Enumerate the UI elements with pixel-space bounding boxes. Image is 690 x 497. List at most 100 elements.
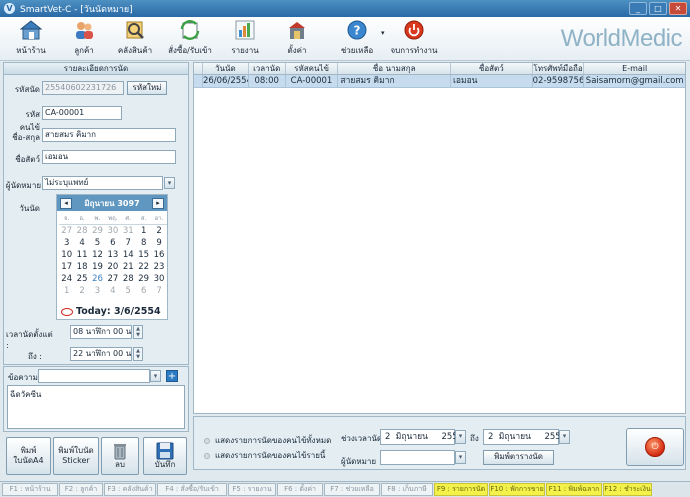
fkey-f1[interactable]: F1 : หน้าร้าน xyxy=(2,483,58,496)
time-to-spinner[interactable]: ▲ ▼ xyxy=(133,347,143,361)
fkey-f2[interactable]: F2 : ลูกค้า xyxy=(59,483,103,496)
calendar-day[interactable]: 23 xyxy=(151,261,166,273)
toolbar-exit-button[interactable]: จบการทำงาน xyxy=(389,19,439,59)
calendar-day[interactable]: 7 xyxy=(121,237,136,249)
calendar-day[interactable]: 21 xyxy=(121,261,136,273)
help-dropdown-icon[interactable]: ▾ xyxy=(381,29,385,37)
fkey-f5[interactable]: F5 : รายงาน xyxy=(228,483,276,496)
from-date-dropdown-icon[interactable]: ▾ xyxy=(455,430,466,444)
appointer-dropdown-icon[interactable]: ▾ xyxy=(164,177,175,189)
fkey-f9[interactable]: F9 : รายการนัด xyxy=(434,483,488,496)
radio-show-this-patient[interactable]: แสดงรายการนัดของคนไข้รายนี้ xyxy=(204,449,325,462)
toolbar-settings-button[interactable]: ตั้งค่า xyxy=(272,19,322,59)
calendar-day[interactable]: 14 xyxy=(121,249,136,261)
fkey-f8[interactable]: F8 : เก็บภาษี xyxy=(381,483,433,496)
calendar-day[interactable]: 2 xyxy=(74,285,89,297)
calendar-day[interactable]: 28 xyxy=(74,225,89,237)
print-a4-button[interactable]: พิมพ์ ใบนัดA4 xyxy=(6,437,51,475)
delete-button[interactable]: ลบ xyxy=(101,437,139,475)
calendar-day[interactable]: 12 xyxy=(90,249,105,261)
to-date-field[interactable]: 2 มิถุนายน 2554 xyxy=(483,429,566,445)
name-field[interactable]: สายสมร คิมาก xyxy=(42,128,176,142)
calendar-day[interactable]: 30 xyxy=(105,225,120,237)
memo-dropdown-icon[interactable]: ▾ xyxy=(150,370,161,382)
toolbar-customer-button[interactable]: ลูกค้า xyxy=(59,19,109,59)
new-id-button[interactable]: รหัสใหม่ xyxy=(127,81,167,95)
fkey-f7[interactable]: F7 : ช่วยเหลือ xyxy=(324,483,380,496)
time-from-spinner[interactable]: ▲ ▼ xyxy=(133,325,143,339)
close-form-button[interactable]: ⏻ xyxy=(626,428,684,466)
calendar-day[interactable]: 4 xyxy=(74,237,89,249)
calendar-day[interactable]: 6 xyxy=(136,285,151,297)
calendar-day[interactable]: 3 xyxy=(90,285,105,297)
calendar-day[interactable]: 11 xyxy=(74,249,89,261)
calendar-day[interactable]: 1 xyxy=(59,285,74,297)
add-memo-button[interactable]: + xyxy=(166,370,178,382)
fkey-f4[interactable]: F4 : สั่งซื้อ/รับเข้า xyxy=(157,483,227,496)
print-sticker-button[interactable]: พิมพ์ใบนัด Sticker xyxy=(53,437,99,475)
calendar-day-selected[interactable]: 26 xyxy=(90,273,105,285)
calendar-day[interactable]: 6 xyxy=(105,237,120,249)
calendar-day[interactable]: 28 xyxy=(121,273,136,285)
calendar-day[interactable]: 5 xyxy=(90,237,105,249)
appointer-filter-dropdown-icon[interactable]: ▾ xyxy=(455,451,466,464)
toolbar-order-button[interactable]: สั่งซื้อ/รับเข้า xyxy=(165,19,215,59)
from-date-field[interactable]: 2 มิถุนายน 2554 xyxy=(380,429,463,445)
calendar-day[interactable]: 18 xyxy=(74,261,89,273)
calendar-day[interactable]: 15 xyxy=(136,249,151,261)
fkey-f3[interactable]: F3 : คลังสินค้า xyxy=(104,483,156,496)
calendar-day[interactable]: 8 xyxy=(136,237,151,249)
memo-text[interactable]: ฉีดวัคซีน xyxy=(7,385,185,429)
calendar-day[interactable]: 31 xyxy=(121,225,136,237)
calendar-day[interactable]: 13 xyxy=(105,249,120,261)
print-schedule-button[interactable]: พิมพ์ตารางนัด xyxy=(483,450,554,465)
calendar-day[interactable]: 22 xyxy=(136,261,151,273)
toolbar-help-button[interactable]: ? ช่วยเหลือ xyxy=(332,19,382,59)
time-from-field[interactable]: 08 นาฬิกา 00 นาที xyxy=(70,325,132,339)
appointer-select[interactable]: ไม่ระบุแพทย์ xyxy=(42,176,163,190)
column-header[interactable]: ชื่อ นามสกุล xyxy=(338,63,451,74)
calendar-day[interactable]: 19 xyxy=(90,261,105,273)
today-link[interactable]: Today: 3/6/2554 xyxy=(61,306,161,317)
calendar-day[interactable]: 30 xyxy=(151,273,166,285)
calendar-day[interactable]: 5 xyxy=(121,285,136,297)
toolbar-report-button[interactable]: รายงาน xyxy=(220,19,270,59)
customer-id-field[interactable]: CA-00001 xyxy=(42,106,122,120)
calendar-day[interactable]: 9 xyxy=(151,237,166,249)
calendar-day[interactable]: 7 xyxy=(151,285,166,297)
time-to-field[interactable]: 22 นาฬิกา 00 นาที xyxy=(70,347,132,361)
fkey-f12[interactable]: F12 : ชำระเงิน xyxy=(603,483,652,496)
calendar-day[interactable]: 20 xyxy=(105,261,120,273)
calendar-day[interactable]: 29 xyxy=(136,273,151,285)
maximize-button[interactable]: □ xyxy=(649,2,667,15)
minimize-button[interactable]: _ xyxy=(629,2,647,15)
calendar-day[interactable]: 25 xyxy=(74,273,89,285)
column-header[interactable]: เวลานัด xyxy=(249,63,286,74)
column-header[interactable]: รหัสคนไข้ xyxy=(286,63,339,74)
fkey-f10[interactable]: F10 : พักการขาย xyxy=(489,483,545,496)
calendar-day[interactable]: 1 xyxy=(136,225,151,237)
memo-select[interactable] xyxy=(38,369,150,383)
save-button[interactable]: บันทึก xyxy=(143,437,187,475)
to-date-dropdown-icon[interactable]: ▾ xyxy=(559,430,570,444)
calendar-day[interactable]: 29 xyxy=(90,225,105,237)
calendar-day[interactable]: 24 xyxy=(59,273,74,285)
appt-id-field[interactable]: 25540602231726 xyxy=(42,81,124,95)
calendar-day[interactable]: 16 xyxy=(151,249,166,261)
radio-show-all[interactable]: แสดงรายการนัดของคนไข้ทั้งหมด xyxy=(204,434,331,447)
fkey-f6[interactable]: F6 : ตั้งค่า xyxy=(277,483,323,496)
column-header[interactable]: โทรศัพท์มือถือ xyxy=(533,63,585,74)
toolbar-home-button[interactable]: หน้าร้าน xyxy=(6,19,56,59)
toolbar-inventory-button[interactable]: คลังสินค้า xyxy=(110,19,160,59)
pet-field[interactable]: เอมอน xyxy=(42,150,176,164)
calendar-day[interactable]: 17 xyxy=(59,261,74,273)
column-header[interactable]: วันนัด xyxy=(203,63,249,74)
column-header[interactable]: ชื่อสัตว์ xyxy=(451,63,533,74)
table-row[interactable]: 26/06/2554 08:00 CA-00001 สายสมร คิมาก เ… xyxy=(194,75,685,88)
calendar-day[interactable]: 10 xyxy=(59,249,74,261)
prev-month-button[interactable]: ◂ xyxy=(60,197,72,209)
next-month-button[interactable]: ▸ xyxy=(151,197,164,209)
calendar-day[interactable]: 4 xyxy=(105,285,120,297)
column-header[interactable]: E-mail xyxy=(584,63,685,74)
close-button[interactable]: ✕ xyxy=(669,2,687,15)
